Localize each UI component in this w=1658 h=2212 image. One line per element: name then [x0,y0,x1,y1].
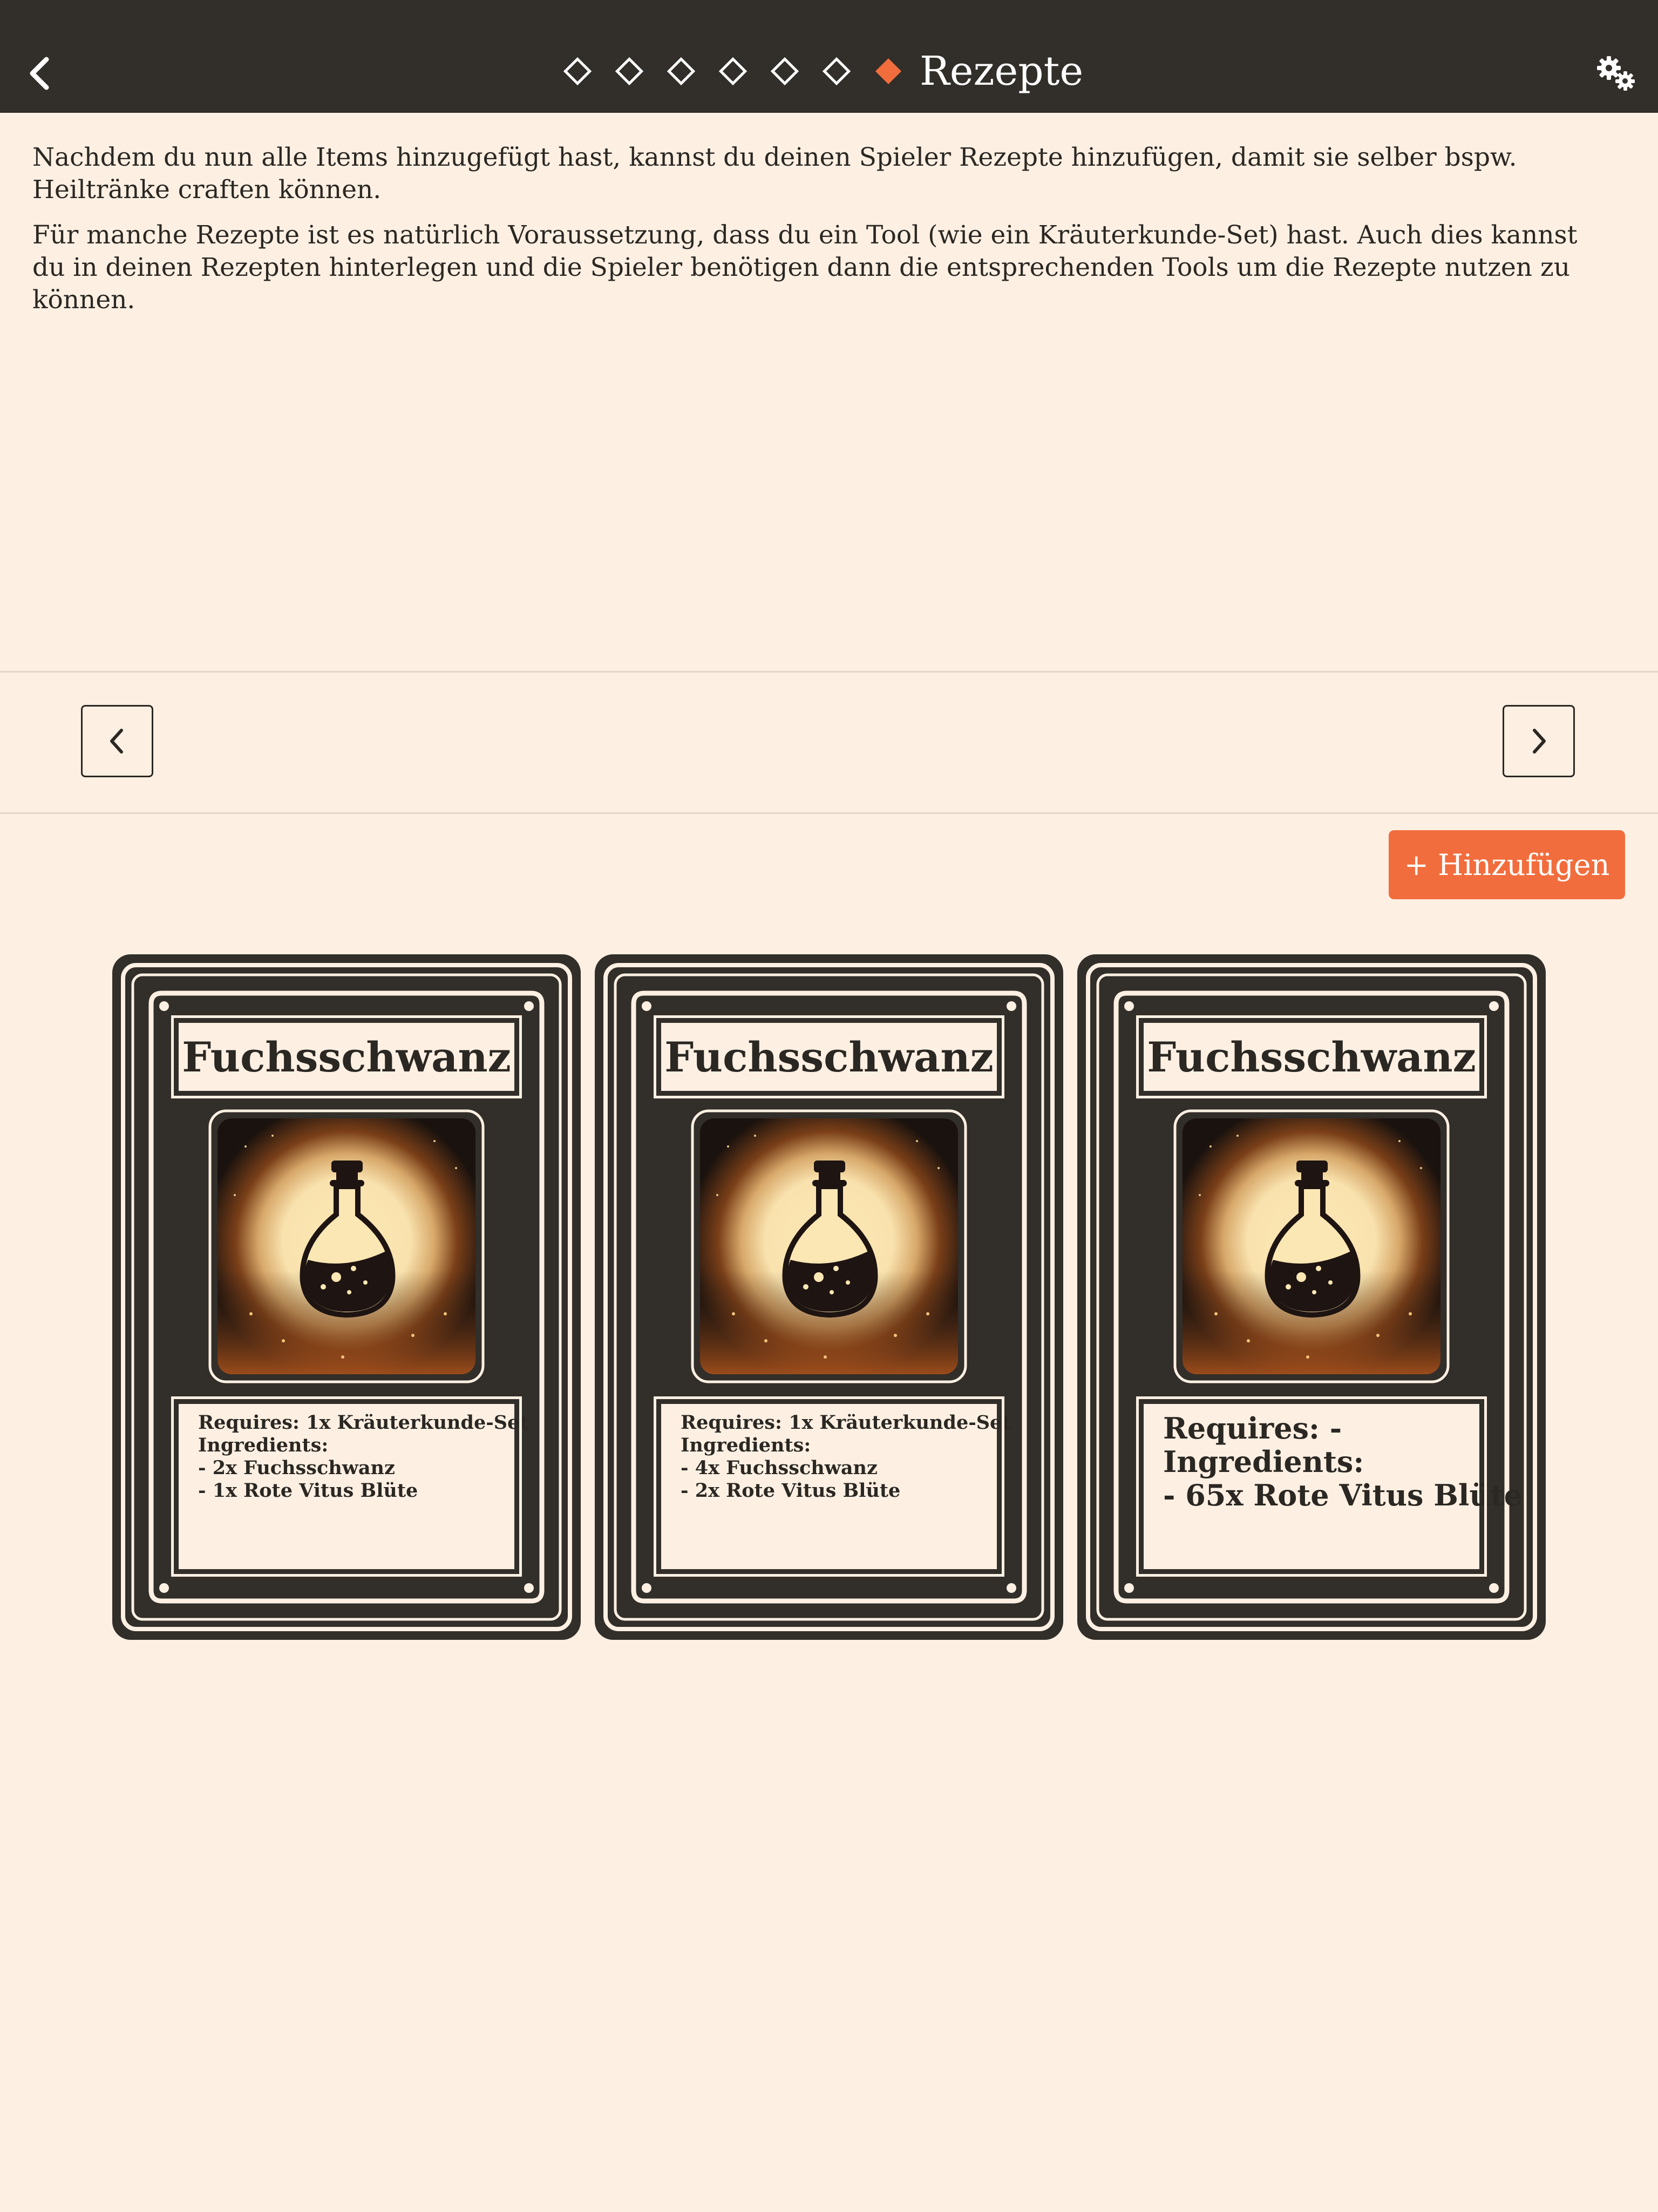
card-requires: Requires: 1x Kräuterkunde-Set [681,1412,1011,1434]
card-description: Requires: 1x Kräuterkunde-Set Ingredient… [654,1396,1011,1577]
card-ingredient: - 2x Fuchsschwanz [198,1457,395,1479]
card-description: Requires: 1x Kräuterkunde-Set Ingredient… [171,1396,528,1577]
divider [0,812,1658,814]
card-ingredients-label: Ingredients: [198,1434,329,1456]
step-diamond-1[interactable] [561,55,594,87]
add-recipe-button[interactable]: + Hinzufügen [1389,830,1625,899]
step-diamond-4[interactable] [717,55,749,87]
potion-bottle-icon [208,1109,485,1384]
chevron-left-icon [30,57,49,90]
next-button[interactable] [1503,705,1575,777]
card-description: Requires: - Ingredients: - 65x Rote Vitu… [1136,1396,1523,1577]
chevron-right-icon [1533,729,1546,754]
card-title: Fuchsschwanz [171,1015,522,1098]
page-title: Rezepte [920,48,1084,94]
step-diamond-3[interactable] [665,55,697,87]
step-diamond-5[interactable] [769,55,801,87]
card-title: Fuchsschwanz [1136,1015,1487,1098]
recipe-card[interactable]: Fuchsschwanz Requires: 1x Kräuterkunde-S… [112,954,581,1640]
card-ingredients-label: Ingredients: [681,1434,811,1456]
card-title: Fuchsschwanz [654,1015,1004,1098]
card-ingredient: - 2x Rote Vitus Blüte [681,1480,901,1502]
top-bar: Rezepte [0,0,1658,113]
potion-bottle-icon [690,1109,968,1384]
card-ingredient: - 65x Rote Vitus Blüte [1163,1478,1523,1512]
back-button[interactable] [23,54,57,93]
previous-button[interactable] [81,705,153,777]
chevron-left-icon [110,729,123,754]
recipe-card[interactable]: Fuchsschwanz Requires: 1x Kräuterkunde-S… [595,954,1063,1640]
step-diamond-current[interactable] [872,55,905,87]
gears-icon [1597,56,1635,91]
card-requires: Requires: 1x Kräuterkunde-Set [198,1412,528,1434]
potion-bottle-icon [1173,1109,1450,1384]
card-ingredient: - 1x Rote Vitus Blüte [198,1480,418,1502]
intro-text: Nachdem du nun alle Items hinzugefügt ha… [32,141,1598,329]
recipe-card[interactable]: Fuchsschwanz Requires: - Ingredients: - … [1077,954,1546,1640]
settings-button[interactable] [1595,54,1638,93]
card-requires: Requires: - [1163,1411,1342,1446]
step-diamond-2[interactable] [613,55,645,87]
intro-paragraph-2: Für manche Rezepte ist es natürlich Vora… [32,220,1578,315]
step-indicator: Rezepte [561,48,1083,95]
divider [0,671,1658,673]
intro-paragraph-1: Nachdem du nun alle Items hinzugefügt ha… [32,143,1517,205]
step-diamond-6[interactable] [820,55,853,87]
card-ingredient: - 4x Fuchsschwanz [681,1457,878,1479]
card-ingredients-label: Ingredients: [1163,1444,1364,1479]
